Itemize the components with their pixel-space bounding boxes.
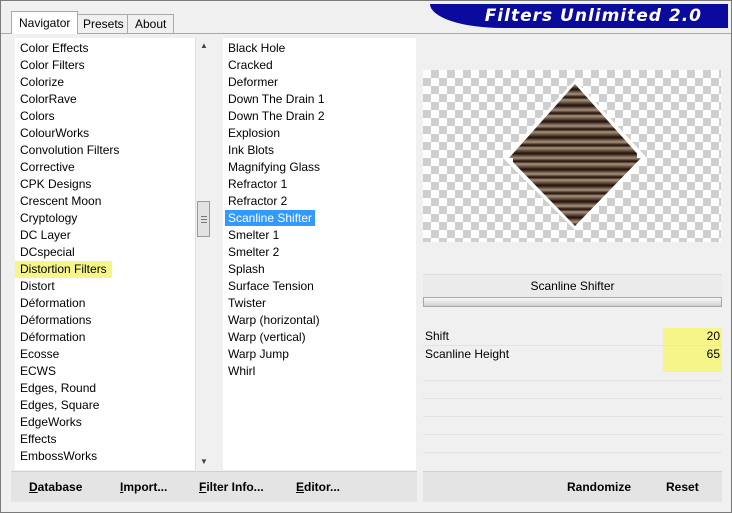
filter-item[interactable]: Smelter 2	[223, 244, 416, 261]
category-item[interactable]: EdgeWorks	[15, 414, 195, 431]
category-item[interactable]: Edges, Square	[15, 397, 195, 414]
category-item[interactable]: DC Layer	[15, 227, 195, 244]
category-item[interactable]: EmbossWorks	[15, 448, 195, 465]
tab-about[interactable]: About	[127, 14, 175, 33]
scroll-thumb[interactable]	[197, 201, 210, 237]
param-separator	[423, 380, 722, 381]
filters-unlimited-window: Navigator Presets About Filters Unlimite…	[0, 0, 732, 513]
filter-item[interactable]: Refractor 1	[223, 176, 416, 193]
filter-progress-bar	[423, 297, 722, 307]
filter-item[interactable]: Deformer	[223, 74, 416, 91]
filter-item[interactable]: Twister	[223, 295, 416, 312]
scanline-stripe	[513, 132, 641, 142]
category-item[interactable]: Déformation	[15, 295, 195, 312]
filter-item[interactable]: Surface Tension	[223, 278, 416, 295]
filter-info-button[interactable]: Filter Info...	[199, 480, 264, 494]
filter-item[interactable]: Down The Drain 1	[223, 91, 416, 108]
param-value-fill	[663, 363, 722, 372]
arrow-down-icon[interactable]: ▼	[196, 454, 212, 470]
category-item[interactable]: Color Filters	[15, 57, 195, 74]
category-item[interactable]: Color Effects	[15, 40, 195, 57]
app-banner: Filters Unlimited 2.0	[430, 4, 728, 28]
category-item[interactable]: Colorize	[15, 74, 195, 91]
scanline-stripe	[513, 100, 641, 110]
scanline-stripe	[509, 206, 637, 212]
filter-item[interactable]: Magnifying Glass	[223, 159, 416, 176]
category-item[interactable]: DCspecial	[15, 244, 195, 261]
scanline-stripe	[509, 174, 637, 180]
category-item[interactable]: Corrective	[15, 159, 195, 176]
param-separator	[423, 452, 722, 453]
category-item[interactable]: ColorRave	[15, 91, 195, 108]
category-item[interactable]: Déformations	[15, 312, 195, 329]
scanline-stripe	[513, 158, 641, 164]
editor-button[interactable]: Editor...	[296, 480, 340, 494]
param-separator	[423, 434, 722, 435]
filter-name-label: Scanline Shifter	[423, 274, 722, 297]
reset-button[interactable]: Reset	[666, 480, 699, 494]
tab-presets[interactable]: Presets	[75, 14, 132, 33]
param-separator	[423, 398, 722, 399]
filter-list[interactable]: Black Hole Cracked Deformer Down The Drain …	[223, 38, 416, 470]
filter-item[interactable]: Smelter 1	[223, 227, 416, 244]
scanline-stripe	[513, 190, 641, 196]
param-row-scanline-height[interactable]: Scanline Height 65	[423, 346, 722, 363]
import-button[interactable]: Import...	[120, 480, 167, 494]
scanline-stripe	[513, 196, 641, 206]
banner-title: Filters Unlimited 2.0	[484, 6, 702, 26]
param-value-scanline-height[interactable]: 65	[663, 346, 722, 363]
filter-item[interactable]: Whirl	[223, 363, 416, 380]
category-item[interactable]: ECWS	[15, 363, 195, 380]
filter-item[interactable]: Black Hole	[223, 40, 416, 57]
category-item[interactable]: ColourWorks	[15, 125, 195, 142]
param-label-shift: Shift	[425, 329, 450, 343]
category-item[interactable]: Distort	[15, 278, 195, 295]
category-item[interactable]: Ecosse	[15, 346, 195, 363]
filter-item[interactable]: Splash	[223, 261, 416, 278]
filter-item[interactable]: Cracked	[223, 57, 416, 74]
arrow-up-icon[interactable]: ▲	[196, 38, 212, 54]
filter-item[interactable]: Explosion	[223, 125, 416, 142]
param-label-scanline-height: Scanline Height	[425, 347, 510, 361]
param-value-shift[interactable]: 20	[663, 328, 722, 345]
category-item[interactable]: Cryptology	[15, 210, 195, 227]
filter-item[interactable]: Scanline Shifter	[223, 210, 416, 227]
category-scrollbar[interactable]: ▲ ▼	[195, 38, 212, 470]
category-item[interactable]: Colors	[15, 108, 195, 125]
preview-image	[423, 70, 721, 242]
category-item[interactable]: Déformation	[15, 329, 195, 346]
filter-item[interactable]: Refractor 2	[223, 193, 416, 210]
scanline-stripe	[513, 222, 641, 226]
scanline-stripe	[509, 110, 637, 116]
database-button[interactable]: Database	[29, 480, 82, 494]
category-item[interactable]: Convolution Filters	[15, 142, 195, 159]
category-list[interactable]: Color Effects Color Filters Colorize ColorR…	[15, 38, 195, 470]
tab-navigator[interactable]: Navigator	[11, 11, 79, 34]
category-item[interactable]: CPK Designs	[15, 176, 195, 193]
preview-diamond	[503, 80, 647, 230]
param-separator	[423, 416, 722, 417]
param-row-shift[interactable]: Shift 20	[423, 328, 722, 345]
randomize-button[interactable]: Randomize	[567, 480, 631, 494]
filter-item[interactable]: Ink Blots	[223, 142, 416, 159]
tab-divider	[1, 33, 731, 34]
category-item[interactable]: Effects	[15, 431, 195, 448]
filter-item[interactable]: Down The Drain 2	[223, 108, 416, 125]
category-item[interactable]: Distortion Filters	[15, 261, 112, 278]
filter-item[interactable]: Warp Jump	[223, 346, 416, 363]
filter-item[interactable]: Warp (vertical)	[223, 329, 416, 346]
category-item[interactable]: Crescent Moon	[15, 193, 195, 210]
filter-item[interactable]: Warp (horizontal)	[223, 312, 416, 329]
category-item[interactable]: Edges, Round	[15, 380, 195, 397]
